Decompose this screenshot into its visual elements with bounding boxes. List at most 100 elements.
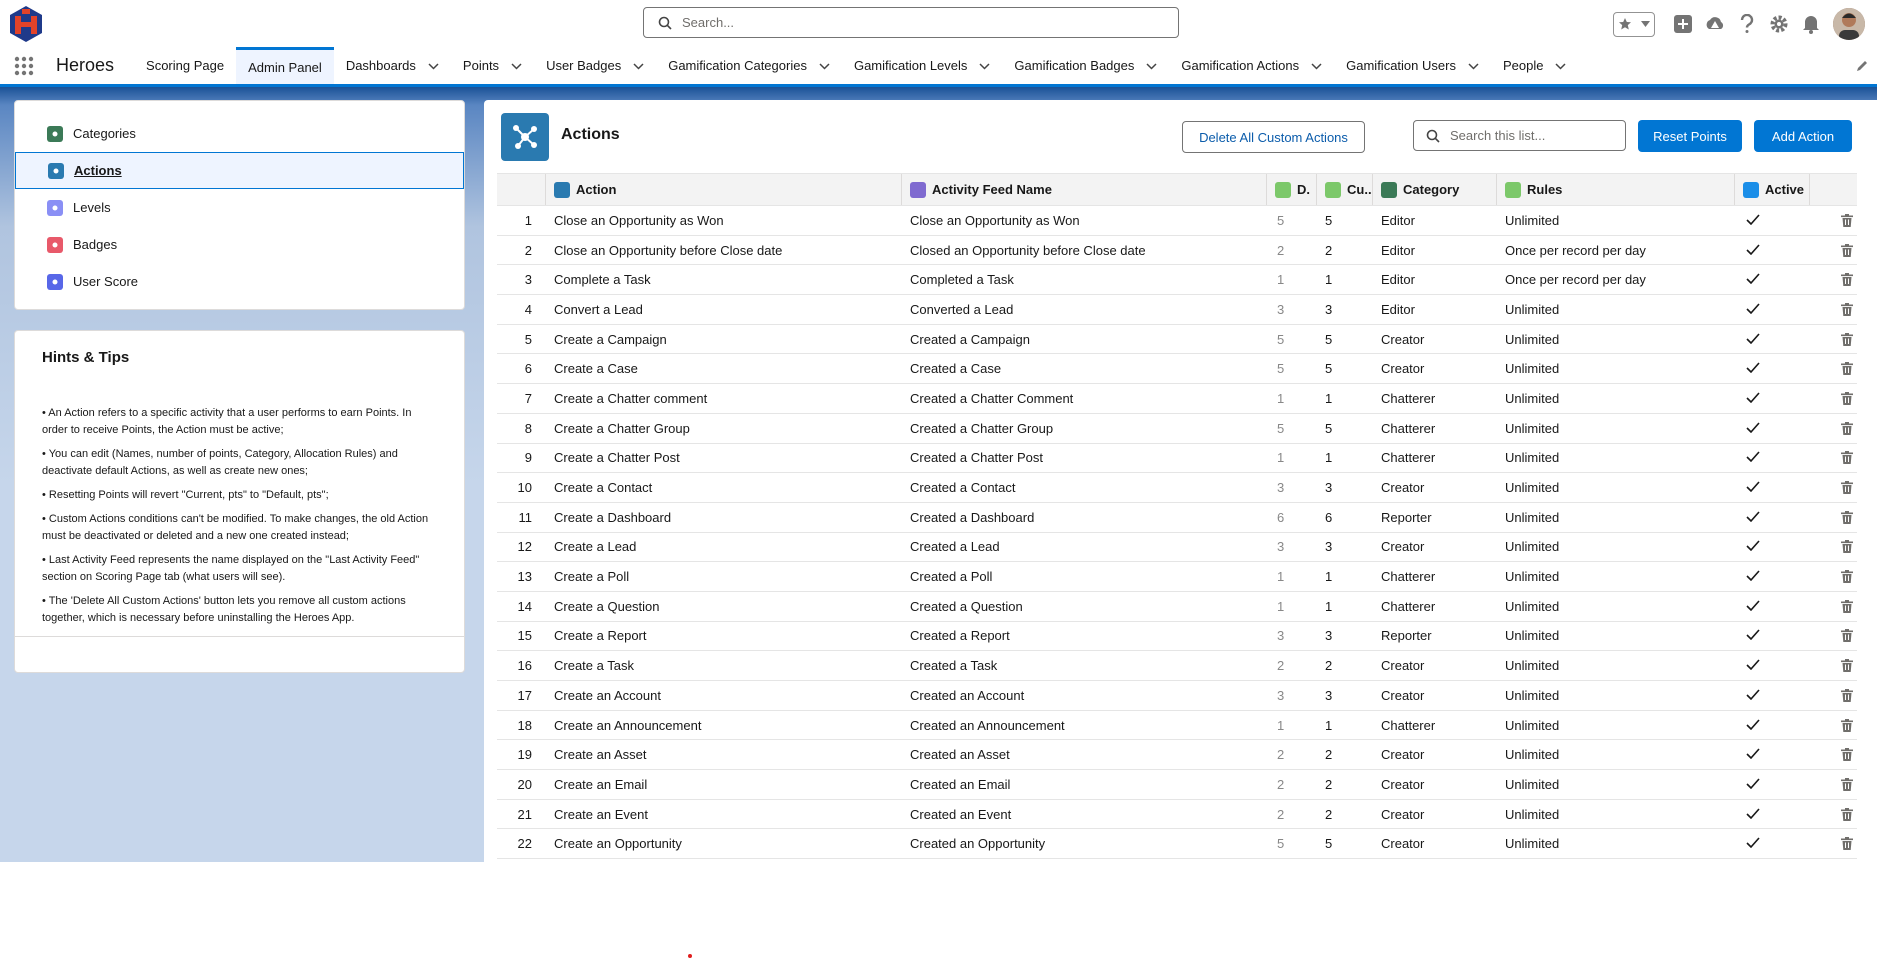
cell-rule[interactable]: Unlimited [1497,450,1735,465]
cell-def[interactable]: 3 [1267,302,1317,317]
table-row[interactable]: 11 Create a Dashboard Created a Dashboard 6… [497,503,1857,533]
cell-action[interactable]: Create a Chatter Group [546,421,902,436]
chevron-down-icon[interactable] [1311,58,1322,73]
cell-cat[interactable]: Creator [1373,747,1497,762]
reset-points-button[interactable]: Reset Points [1638,120,1742,152]
global-search-input[interactable]: Search... [643,7,1179,38]
column-header-category[interactable]: Category [1373,174,1497,205]
cell-cat[interactable]: Reporter [1373,628,1497,643]
table-row[interactable]: 2 Close an Opportunity before Close date C… [497,236,1857,266]
cell-def[interactable]: 5 [1267,361,1317,376]
cell-cur[interactable]: 1 [1317,569,1373,584]
table-row[interactable]: 12 Create a Lead Created a Lead 3 3 Creator Un… [497,533,1857,563]
list-search-input[interactable]: Search this list... [1413,120,1626,151]
cell-feed[interactable]: Created an Opportunity [902,836,1267,851]
cell-cur[interactable]: 3 [1317,302,1373,317]
delete-row-button[interactable] [1810,481,1857,495]
cell-action[interactable]: Create an Account [546,688,902,703]
table-row[interactable]: 1 Close an Opportunity as Won Close an Opp… [497,206,1857,236]
cell-cur[interactable]: 2 [1317,777,1373,792]
table-row[interactable]: 14 Create a Question Created a Question 1 1 C… [497,592,1857,622]
cell-action[interactable]: Create a Task [546,658,902,673]
side-nav-item-badges[interactable]: Badges [15,226,464,263]
cell-feed[interactable]: Created an Account [902,688,1267,703]
column-header-action[interactable]: Action [546,174,902,205]
cell-feed[interactable]: Created a Campaign [902,332,1267,347]
setup-button[interactable] [1763,8,1795,40]
active-checkmark-icon[interactable] [1735,272,1810,287]
app-launcher-button[interactable] [0,47,48,84]
cell-rule[interactable]: Unlimited [1497,421,1735,436]
cell-action[interactable]: Complete a Task [546,272,902,287]
cell-cat[interactable]: Creator [1373,658,1497,673]
cell-cat[interactable]: Chatterer [1373,450,1497,465]
cell-action[interactable]: Create a Chatter comment [546,391,902,406]
delete-row-button[interactable] [1810,391,1857,405]
delete-row-button[interactable] [1810,748,1857,762]
cell-rule[interactable]: Unlimited [1497,807,1735,822]
delete-row-button[interactable] [1810,540,1857,554]
cell-def[interactable]: 1 [1267,718,1317,733]
cell-feed[interactable]: Created an Asset [902,747,1267,762]
cell-def[interactable]: 1 [1267,569,1317,584]
nav-tab-gamification-badges[interactable]: Gamification Badges [1002,47,1169,84]
active-checkmark-icon[interactable] [1735,718,1810,733]
table-row[interactable]: 20 Create an Email Created an Email 2 2 Creat… [497,770,1857,800]
cell-def[interactable]: 5 [1267,836,1317,851]
nav-tab-gamification-categories[interactable]: Gamification Categories [656,47,842,84]
cell-rule[interactable]: Unlimited [1497,628,1735,643]
cell-cur[interactable]: 5 [1317,332,1373,347]
side-nav-item-user-score[interactable]: User Score [15,263,464,300]
cell-cat[interactable]: Editor [1373,243,1497,258]
nav-tab-gamification-actions[interactable]: Gamification Actions [1169,47,1334,84]
cell-cat[interactable]: Chatterer [1373,421,1497,436]
side-nav-item-actions[interactable]: Actions [15,152,464,189]
active-checkmark-icon[interactable] [1735,450,1810,465]
cell-cat[interactable]: Chatterer [1373,391,1497,406]
cell-def[interactable]: 1 [1267,450,1317,465]
table-row[interactable]: 16 Create a Task Created a Task 2 2 Creator Un… [497,651,1857,681]
cell-action[interactable]: Create a Case [546,361,902,376]
active-checkmark-icon[interactable] [1735,688,1810,703]
chevron-down-icon[interactable] [428,58,439,73]
cell-action[interactable]: Create a Report [546,628,902,643]
delete-row-button[interactable] [1810,421,1857,435]
table-row[interactable]: 10 Create a Contact Created a Contact 3 3 Cre… [497,473,1857,503]
cell-cur[interactable]: 5 [1317,421,1373,436]
cell-action[interactable]: Create an Event [546,807,902,822]
cell-feed[interactable]: Close an Opportunity as Won [902,213,1267,228]
delete-row-button[interactable] [1810,599,1857,613]
active-checkmark-icon[interactable] [1735,599,1810,614]
cell-cur[interactable]: 1 [1317,599,1373,614]
active-checkmark-icon[interactable] [1735,332,1810,347]
table-row[interactable]: 19 Create an Asset Created an Asset 2 2 Creat… [497,740,1857,771]
cell-feed[interactable]: Created an Event [902,807,1267,822]
delete-row-button[interactable] [1810,273,1857,287]
active-checkmark-icon[interactable] [1735,361,1810,376]
cell-rule[interactable]: Once per record per day [1497,272,1735,287]
cell-cat[interactable]: Creator [1373,539,1497,554]
help-button[interactable] [1731,8,1763,40]
cell-cur[interactable]: 3 [1317,539,1373,554]
cell-cur[interactable]: 5 [1317,213,1373,228]
active-checkmark-icon[interactable] [1735,836,1810,851]
active-checkmark-icon[interactable] [1735,747,1810,762]
cell-cur[interactable]: 5 [1317,361,1373,376]
cell-action[interactable]: Close an Opportunity before Close date [546,243,902,258]
cell-cur[interactable]: 1 [1317,272,1373,287]
delete-row-button[interactable] [1810,302,1857,316]
heroes-logo-icon[interactable] [6,4,46,44]
table-row[interactable]: 5 Create a Campaign Created a Campaign 5 5 Cr… [497,325,1857,355]
cell-rule[interactable]: Unlimited [1497,480,1735,495]
cell-def[interactable]: 2 [1267,658,1317,673]
cell-feed[interactable]: Created a Task [902,658,1267,673]
cell-rule[interactable]: Once per record per day [1497,243,1735,258]
table-row[interactable]: 3 Complete a Task Completed a Task 1 1 Editor… [497,265,1857,296]
cell-rule[interactable]: Unlimited [1497,539,1735,554]
cell-cat[interactable]: Editor [1373,302,1497,317]
cell-cat[interactable]: Creator [1373,332,1497,347]
cell-action[interactable]: Convert a Lead [546,302,902,317]
cell-cat[interactable]: Editor [1373,272,1497,287]
delete-row-button[interactable] [1810,688,1857,702]
cell-rule[interactable]: Unlimited [1497,718,1735,733]
